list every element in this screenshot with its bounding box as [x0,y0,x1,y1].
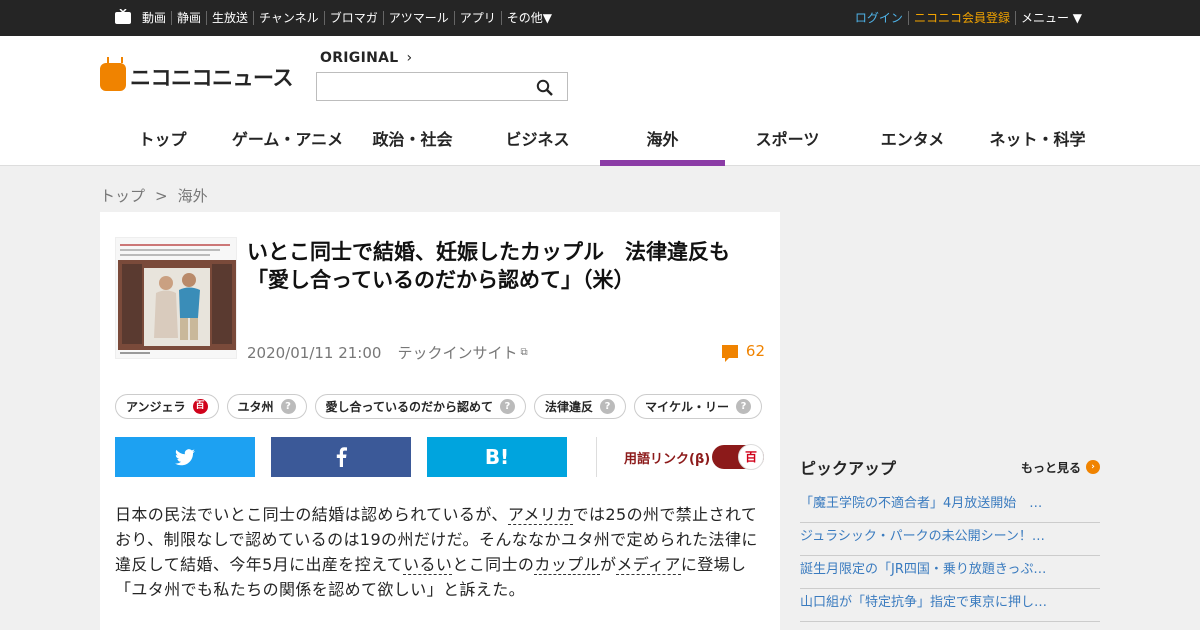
niconico-tv-icon[interactable] [115,9,131,24]
dictionary-icon: 百 [738,444,764,470]
facebook-share-button[interactable] [271,437,411,477]
service-link-channel[interactable]: チャンネル [253,11,324,25]
category-nav: トップ ゲーム・アニメ 政治・社会 ビジネス 海外 スポーツ エンタメ ネット・… [100,128,1100,166]
comment-count[interactable]: 62 [721,342,765,362]
pickup-item[interactable]: 誕生月限定の「JR四国・乗り放題きっぷ… [800,556,1100,589]
search-input[interactable] [317,73,527,100]
pickup-item[interactable]: ジュラシック・パークの未公開シーン！… [800,523,1100,556]
comment-count-value: 62 [745,342,765,360]
tab-sports[interactable]: スポーツ [725,128,850,166]
help-icon: ? [599,399,615,414]
see-more-link[interactable]: もっと見る › [1021,459,1100,476]
service-link-live[interactable]: 生放送 [206,11,253,25]
service-link-other[interactable]: その他▼ [500,11,557,25]
help-icon: ? [280,399,296,414]
term-link-irui[interactable]: いるい [403,555,453,575]
top-bar: 動画 静画 生放送 チャンネル ブロマガ アツマール アプリ その他▼ ログイン… [0,0,1200,36]
tag-list: アンジェラ百 ユタ州? 愛し合っているのだから認めて? 法律違反? マイケル・リ… [115,394,762,419]
tab-politics[interactable]: 政治・社会 [350,128,475,166]
dictionary-icon: 百 [192,399,208,414]
tag-item[interactable]: 愛し合っているのだから認めて? [314,394,526,419]
service-link-blomaga[interactable]: ブロマガ [323,11,383,25]
hatena-icon: B! [484,445,510,469]
hatena-bookmark-button[interactable]: B! [427,437,567,477]
logo-text: ニコニコニュース [130,66,293,90]
chevron-right-icon: › [406,50,413,66]
breadcrumb: トップ > 海外 [100,185,218,206]
tag-label: マイケル・リー [644,400,729,414]
service-link-video[interactable]: 動画 [137,11,171,25]
see-more-label: もっと見る [1020,460,1081,475]
tab-entertainment[interactable]: エンタメ [850,128,975,166]
service-link-app[interactable]: アプリ [453,11,501,25]
original-label: ORIGINAL [320,50,399,66]
term-link-media[interactable]: メディア [616,555,681,575]
tag-item[interactable]: 法律違反? [533,394,626,419]
pickup-header: ピックアップ もっと見る › [800,456,1100,478]
article-thumbnail[interactable] [115,237,237,359]
original-link[interactable]: ORIGINAL › [320,50,412,66]
help-icon: ? [499,399,515,414]
site-logo[interactable]: ニコニコニュース [100,57,293,92]
body-text: とこ同士の [452,555,535,574]
menu-dropdown[interactable]: メニュー ▼ [1014,11,1087,25]
breadcrumb-current[interactable]: 海外 [178,187,208,205]
search-box [316,72,568,101]
tag-label: 愛し合っているのだから認めて [325,400,493,414]
register-link[interactable]: ニコニコ会員登録 [907,11,1015,25]
tab-game-anime[interactable]: ゲーム・アニメ [225,128,350,166]
niconico-logo-icon [100,57,126,91]
tag-label: アンジェラ [126,400,186,414]
body-text: 日本の民法でいとこ同士の結婚は認められているが、 [115,505,508,524]
term-link-couple[interactable]: カップル [534,555,600,575]
article-title: いとこ同士で結婚、妊娠したカップル 法律違反も「愛し合っているのだから認めて」（… [247,240,730,292]
term-link-toggle[interactable]: 百 [712,444,764,470]
chevron-right-icon: › [1086,460,1100,474]
facebook-icon [336,447,347,467]
login-link[interactable]: ログイン [850,11,908,25]
pickup-item[interactable]: 山口組が「特定抗争」指定で東京に押し… [800,589,1100,622]
body-text: が [599,555,617,574]
term-link-label: 用語リンク(β) [624,452,711,467]
search-icon[interactable] [536,79,553,96]
pickup-title: ピックアップ [800,459,897,478]
article-card: いとこ同士で結婚、妊娠したカップル 法律違反も「愛し合っているのだから認めて」（… [100,212,780,630]
twitter-icon [175,448,195,465]
tab-business[interactable]: ビジネス [475,128,600,166]
comment-icon [721,344,738,362]
term-link-america[interactable]: アメリカ [507,505,573,525]
breadcrumb-separator: > [155,187,168,205]
help-icon: ? [735,399,751,414]
twitter-share-button[interactable] [115,437,255,477]
pickup-section: ピックアップ もっと見る › 「魔王学院の不適合者」4月放送開始 … ジュラシック… [800,456,1100,622]
site-header: ニコニコニュース ORIGINAL › トップ ゲーム・アニメ 政治・社会 ビジネ… [0,36,1200,166]
tag-item[interactable]: アンジェラ百 [115,394,219,419]
article-meta: 2020/01/11 21:00 テックインサイト ⧉ [247,342,528,363]
service-link-seiga[interactable]: 静画 [171,11,206,25]
breadcrumb-home[interactable]: トップ [100,187,145,205]
tab-net-science[interactable]: ネット・科学 [975,128,1100,166]
external-link-icon: ⧉ [520,347,528,358]
tag-label: ユタ州 [237,400,274,414]
article-date: 2020/01/11 21:00 [247,343,382,362]
account-nav: ログイン ニコニコ会員登録 メニュー ▼ [850,11,1087,25]
pickup-item[interactable]: 「魔王学院の不適合者」4月放送開始 … [800,490,1100,523]
tab-top[interactable]: トップ [100,128,225,166]
tag-item[interactable]: ユタ州? [226,394,307,419]
service-nav: 動画 静画 生放送 チャンネル ブロマガ アツマール アプリ その他▼ [137,11,557,25]
divider [596,437,597,477]
tab-overseas[interactable]: 海外 [600,128,725,166]
pickup-list: 「魔王学院の不適合者」4月放送開始 … ジュラシック・パークの未公開シーン！… … [800,490,1100,622]
thumbnail-image [116,238,236,358]
tag-item[interactable]: マイケル・リー? [633,394,762,419]
tag-label: 法律違反 [544,400,593,414]
service-link-atsumaru[interactable]: アツマール [382,11,454,25]
article-source-link[interactable]: テックインサイト [397,342,517,363]
article-body: 日本の民法でいとこ同士の結婚は認められているが、アメリカでは25の州で禁止されて… [115,502,765,602]
